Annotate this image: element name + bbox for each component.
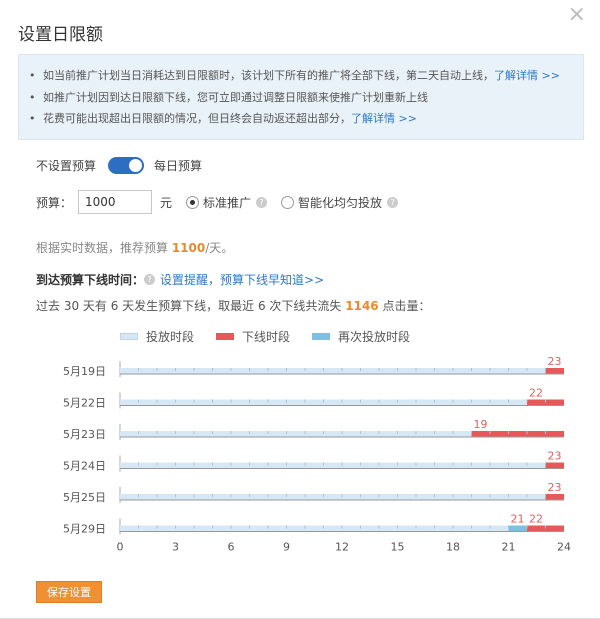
- bar-segment-active: [120, 462, 546, 469]
- help-icon-standard[interactable]: ?: [256, 196, 268, 208]
- standard-label: 标准推广: [203, 195, 252, 210]
- daily-budget-label: 每日预算: [154, 159, 203, 173]
- dialog-title: 设置日限额: [18, 25, 103, 45]
- row-date-label: 5月23日: [63, 428, 106, 441]
- set-reminder-link[interactable]: 设置提醒，预算下线早知道>>: [160, 271, 324, 288]
- help-icon-smart[interactable]: ?: [387, 196, 399, 208]
- offline-hour-label: 22: [529, 387, 543, 400]
- row-date-label: 5月22日: [63, 397, 106, 410]
- smart-label: 智能化均匀投放: [298, 195, 383, 210]
- offline-timeline-chart: 5月19日 23 5月22日 22 5月23日 19 5月24日 23 5月25日 23 5月29日…: [63, 355, 571, 554]
- lost-clicks: 1146: [345, 299, 379, 313]
- offline-hour-label: 22: [529, 513, 543, 526]
- legend-active: 投放时段: [120, 328, 194, 345]
- bar-segment-active: [120, 431, 472, 437]
- bar-segment-active: [120, 494, 546, 500]
- bar-segment-resumed: [508, 525, 527, 532]
- row-date-label: 5月25日: [63, 491, 106, 504]
- x-tick-label: 3: [172, 541, 179, 554]
- standard-radio[interactable]: [186, 195, 200, 209]
- learn-more-link-2[interactable]: 了解详情 >>: [351, 112, 417, 125]
- notice-box: • 如当前推广计划当日消耗达到日限额时，该计划下所有的推广将全部下线，第二天自动上…: [18, 54, 584, 140]
- save-button[interactable]: 保存设置: [36, 581, 102, 603]
- x-tick-label: 6: [228, 541, 235, 554]
- daily-limit-dialog: 设置日限额 × • 如当前推广计划当日消耗达到日限额时，该计划下所有的推广将全部下…: [0, 0, 600, 619]
- close-icon[interactable]: ×: [568, 4, 586, 26]
- budget-input[interactable]: [78, 190, 153, 214]
- bar-segment-offline: [545, 462, 564, 469]
- budget-label: 预算：: [36, 195, 73, 210]
- budget-mode-row: 不设置预算 每日预算: [36, 157, 202, 174]
- x-tick-label: 18: [446, 541, 460, 554]
- suggested-amount: 1100: [171, 241, 206, 255]
- budget-toggle[interactable]: [108, 157, 145, 174]
- x-tick-label: 12: [335, 541, 349, 554]
- budget-suggestion: 根据实时数据，推荐预算 1100/天。: [36, 241, 234, 255]
- x-tick-label: 9: [283, 541, 290, 554]
- bar-segment-active: [120, 525, 509, 532]
- notice-line-1: • 如当前推广计划当日消耗达到日限额时，该计划下所有的推广将全部下线，第二天自动上…: [29, 69, 560, 82]
- offline-stats: 过去 30 天有 6 天发生预算下线，取最近 6 次下线共流失 1146 点击量…: [36, 299, 431, 313]
- x-tick-label: 21: [502, 541, 516, 554]
- x-tick-label: 15: [391, 541, 405, 554]
- offline-hour-label: 23: [548, 450, 562, 463]
- no-budget-label: 不设置预算: [36, 159, 97, 173]
- budget-unit: 元: [160, 195, 173, 210]
- notice-line-2: • 如推广计划因到达日限额下线，您可立即通过调整日限额来使推广计划重新上线: [29, 90, 428, 104]
- bar-segment-offline: [545, 368, 564, 374]
- legend-swatch-resumed: [312, 333, 331, 340]
- bar-segment-offline: [471, 431, 564, 437]
- offline-hour-label: 23: [548, 355, 562, 368]
- notice-line-3: • 花费可能出现超出日限额的情况，但日终会自动返还超出部分，了解详情 >>: [29, 112, 417, 125]
- smart-radio[interactable]: [281, 195, 295, 209]
- help-icon-offline[interactable]: ?: [144, 274, 156, 285]
- offline-hour-label: 19: [474, 418, 488, 431]
- legend-swatch-active: [120, 333, 138, 340]
- learn-more-link-1[interactable]: 了解详情 >>: [494, 69, 560, 82]
- bar-segment-offline: [545, 494, 564, 500]
- row-date-label: 5月19日: [63, 365, 106, 378]
- legend-resumed: 再次投放时段: [312, 328, 410, 345]
- chart-legend: 投放时段 下线时段 再次投放时段: [120, 328, 432, 345]
- x-tick-label: 0: [117, 541, 124, 554]
- row-date-label: 5月29日: [63, 523, 106, 536]
- row-date-label: 5月24日: [63, 460, 106, 473]
- offline-hour-label: 23: [548, 481, 562, 494]
- offline-time-heading: 到达预算下线时间： ? 设置提醒，预算下线早知道>>: [36, 271, 325, 288]
- budget-row: 预算： 元 标准推广 ? 智能化均匀投放 ?: [36, 190, 399, 214]
- offline-hour-label: 21: [511, 513, 525, 526]
- x-tick-label: 24: [557, 541, 571, 554]
- bar-segment-active: [120, 368, 546, 374]
- legend-offline: 下线时段: [216, 328, 290, 345]
- legend-swatch-offline: [216, 333, 235, 340]
